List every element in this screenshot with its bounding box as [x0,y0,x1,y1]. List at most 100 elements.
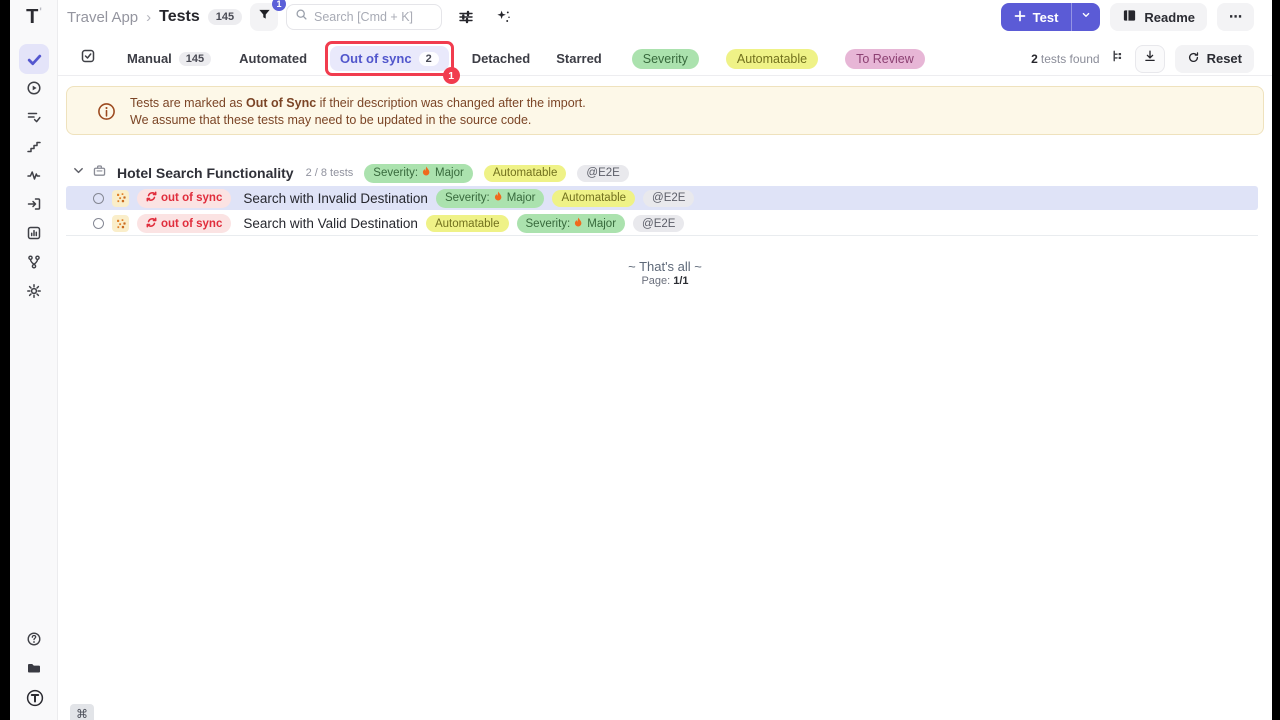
tab-automated[interactable]: Automated [239,51,307,66]
search-icon [295,8,308,26]
out-of-sync-info-banner: Tests are marked as Out of Sync if their… [66,86,1264,135]
status-circle-icon[interactable] [93,193,104,204]
app-logo[interactable]: T' [10,0,58,34]
out-of-sync-label: out of sync [161,218,222,230]
results-count-label: tests found [1041,52,1100,66]
reset-refresh-icon [1187,51,1200,67]
list-check-icon [26,109,42,125]
search-box[interactable] [286,4,442,30]
chevron-down-icon [1080,8,1092,26]
tab-manual[interactable]: Manual 145 [127,51,211,66]
test-severity-badge: Severity: Major [436,189,545,208]
sidebar-item-help[interactable] [26,631,42,647]
readme-button[interactable]: Readme [1110,3,1207,31]
severity-value: Major [435,167,464,179]
banner-line1-after: if their description was changed after t… [316,96,586,110]
more-options-button[interactable]: ⋯ [1217,3,1254,31]
info-circle-icon [97,102,116,126]
sidebar-item-branches[interactable] [26,254,42,270]
new-test-label: Test [1033,10,1059,25]
tab-detached[interactable]: Detached [472,51,531,66]
app-window: T' [10,0,1272,720]
page-value: 1/1 [673,275,688,287]
tab-starred-label: Starred [556,51,602,66]
header-actions: Test Readme ⋯ [1001,3,1254,31]
breadcrumb-separator: › [146,9,151,26]
breadcrumb: Travel App › Tests 145 [67,0,242,34]
filter-count-badge: 1 [272,0,286,11]
sidebar-item-import[interactable] [26,196,42,212]
sliders-icon[interactable] [458,9,474,30]
new-test-split-button: Test [1001,3,1101,31]
tab-manual-label: Manual [127,51,172,66]
new-test-dropdown-button[interactable] [1071,3,1100,31]
command-key-hint: ⌘ [70,704,94,720]
readme-book-icon [1122,8,1137,26]
tree-view-icon[interactable] [1110,49,1125,69]
pagination-info: Page: 1/1 [58,275,1272,287]
tab-manual-count: 145 [179,52,211,66]
filter-chip-severity[interactable]: Severity [632,49,699,69]
test-emoji-icon [112,215,129,232]
tab-out-of-sync[interactable]: Out of sync 2 1 [330,46,449,71]
fire-icon [494,191,503,205]
import-box-icon [26,196,42,212]
fire-icon [574,217,583,231]
git-branch-icon [26,254,42,270]
new-test-button[interactable]: Test [1001,3,1072,31]
brand-circle-icon [26,689,42,707]
sidebar-item-plans[interactable] [26,109,42,125]
download-button[interactable] [1135,45,1165,73]
gear-icon [26,283,42,299]
sidebar-item-steps[interactable] [26,138,42,154]
play-circle-icon [26,80,42,96]
suite-title[interactable]: Hotel Search Functionality [117,165,294,181]
download-icon [1143,49,1157,68]
tab-starred[interactable]: Starred [556,51,602,66]
out-of-sync-label: out of sync [161,192,222,204]
tabs-bar: Manual 145 Automated Out of sync 2 1 Det… [58,42,1272,76]
help-circle-icon [26,631,42,647]
tab-out-of-sync-label: Out of sync [340,51,412,66]
results-count-number: 2 [1031,52,1038,66]
sidebar-item-reports[interactable] [26,225,42,241]
banner-line-2: We assume that these tests may need to b… [130,112,586,129]
sidebar-item-brand[interactable] [26,689,42,705]
breadcrumb-project[interactable]: Travel App [67,9,138,26]
sidebar: T' [10,0,58,720]
test-row[interactable]: out of sync Search with Invalid Destinat… [66,186,1258,210]
severity-prefix: Severity: [445,192,490,204]
banner-text: Tests are marked as Out of Sync if their… [130,95,586,128]
end-of-list-message: ~ That's all ~ [58,259,1272,274]
severity-value: Major [507,192,536,204]
app-logo-tick: ' [39,6,42,18]
test-title[interactable]: Search with Valid Destination [243,216,418,231]
status-circle-icon[interactable] [93,218,104,229]
tab-out-of-sync-count: 2 [419,52,439,66]
reset-label: Reset [1207,51,1242,66]
test-row[interactable]: out of sync Search with Valid Destinatio… [66,212,1258,236]
suite-collapse-chevron-icon[interactable] [72,164,85,182]
test-title[interactable]: Search with Invalid Destination [243,191,428,206]
search-input[interactable] [314,10,433,24]
ai-sparkles-icon[interactable] [496,9,512,30]
suite-test-count: 2 / 8 tests [306,167,354,179]
filter-chip-automatable[interactable]: Automatable [726,49,818,69]
filter-chip-to-review[interactable]: To Review [845,49,925,69]
pulse-icon [26,167,42,183]
test-severity-badge: Severity: Major [517,214,626,233]
sidebar-item-projects[interactable] [26,660,42,676]
suite-automatable-badge: Automatable [484,165,567,182]
annotation-step-badge: 1 [443,67,460,84]
test-automatable-badge: Automatable [552,190,635,207]
reset-button[interactable]: Reset [1175,45,1254,73]
severity-value: Major [587,218,616,230]
sidebar-item-analytics[interactable] [26,167,42,183]
sidebar-item-tests[interactable] [19,44,49,74]
suitcase-icon [92,163,107,183]
bulk-edit-icon[interactable] [80,48,96,69]
sidebar-item-runs[interactable] [26,80,42,96]
bar-chart-icon [26,225,42,241]
severity-prefix: Severity: [373,167,418,179]
sidebar-item-settings[interactable] [26,283,42,299]
